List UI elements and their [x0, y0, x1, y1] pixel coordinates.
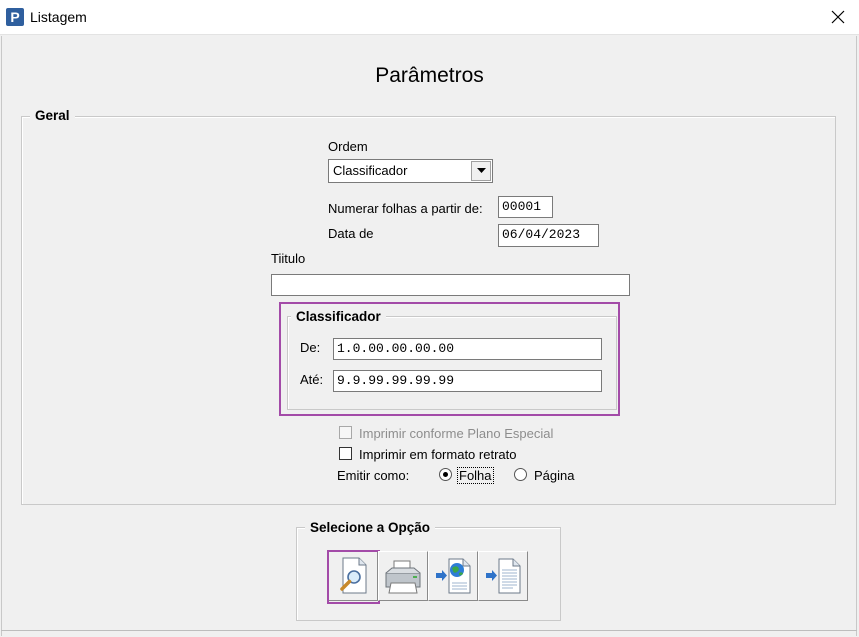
radio-selected-dot: [443, 472, 448, 477]
de-label: De:: [300, 340, 321, 355]
geral-legend: Geral: [30, 108, 75, 123]
folha-radio[interactable]: [439, 468, 452, 481]
titulo-field[interactable]: [271, 274, 630, 296]
export-file-button[interactable]: [478, 551, 528, 601]
classificador-group: [287, 316, 617, 410]
close-button[interactable]: [822, 3, 854, 31]
ordem-select[interactable]: Classificador: [328, 159, 493, 183]
retrato-label: Imprimir em formato retrato: [359, 447, 517, 462]
de-field[interactable]: 1.0.00.00.00.00: [333, 338, 602, 360]
titulo-label: Tiitulo: [271, 251, 306, 266]
ate-field[interactable]: 9.9.99.99.99.99: [333, 370, 602, 392]
data-field[interactable]: 06/04/2023: [498, 224, 599, 247]
globe-document-icon: [436, 558, 471, 594]
numerar-field[interactable]: 00001: [498, 196, 553, 218]
classificador-legend: Classificador: [291, 309, 386, 324]
printer-icon: [385, 560, 421, 594]
folha-label[interactable]: Folha: [457, 467, 494, 484]
title-bar: P Listagem: [0, 0, 859, 35]
window-title: Listagem: [30, 9, 87, 25]
page-title: Parâmetros: [375, 64, 484, 87]
preview-button-highlight: [327, 550, 380, 604]
close-icon: [831, 10, 845, 24]
ordem-select-value: Classificador: [333, 163, 408, 178]
retrato-checkbox[interactable]: [339, 447, 352, 460]
plano-especial-checkbox[interactable]: [339, 426, 352, 439]
ate-label: Até:: [300, 372, 324, 387]
app-icon: P: [6, 8, 24, 26]
emitir-label: Emitir como:: [337, 468, 410, 483]
ordem-label: Ordem: [328, 139, 368, 154]
ordem-dropdown-button[interactable]: [471, 161, 491, 181]
chevron-down-icon: [476, 168, 486, 173]
document-icon: [486, 558, 521, 594]
plano-especial-label: Imprimir conforme Plano Especial: [359, 426, 554, 441]
numerar-label: Numerar folhas a partir de:: [328, 201, 483, 216]
bottom-divider: [1, 630, 857, 631]
pagina-label[interactable]: Página: [534, 468, 574, 483]
data-label: Data de: [328, 226, 374, 241]
export-web-button[interactable]: [428, 551, 478, 601]
selecione-legend: Selecione a Opção: [305, 520, 436, 535]
print-button[interactable]: [378, 551, 428, 601]
pagina-radio[interactable]: [514, 468, 527, 481]
